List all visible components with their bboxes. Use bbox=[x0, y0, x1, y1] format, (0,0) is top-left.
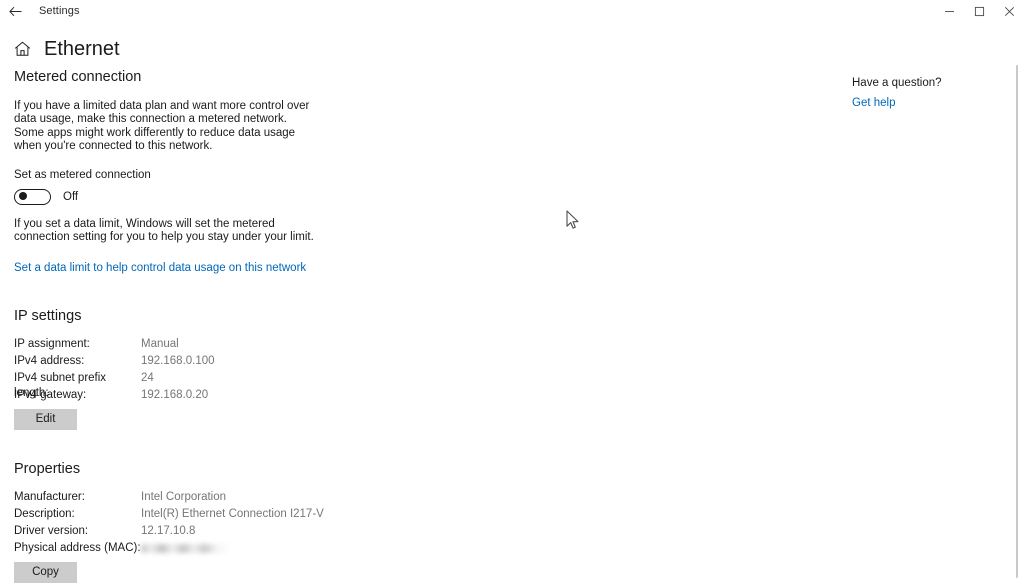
toggle-state-label: Off bbox=[63, 191, 79, 204]
row-key: Description: bbox=[14, 507, 75, 520]
row-key: IPv4 gateway: bbox=[14, 388, 87, 401]
row-key: Physical address (MAC): bbox=[14, 541, 141, 554]
minimize-icon bbox=[944, 6, 955, 17]
page-title: Ethernet bbox=[44, 38, 120, 60]
vertical-scrollbar[interactable] bbox=[1010, 61, 1024, 582]
scrollbar-track[interactable] bbox=[1016, 65, 1018, 578]
table-row: Physical address (MAC): bbox=[14, 541, 314, 558]
minimize-button[interactable] bbox=[934, 0, 964, 23]
table-row: Description: Intel(R) Ethernet Connectio… bbox=[14, 507, 324, 524]
window-controls bbox=[934, 0, 1024, 23]
app-title: Settings bbox=[39, 5, 80, 17]
maximize-button[interactable] bbox=[964, 0, 994, 23]
ip-settings-heading: IP settings bbox=[14, 307, 82, 324]
row-value: Intel(R) Ethernet Connection I217-V bbox=[141, 507, 324, 520]
get-help-link[interactable]: Get help bbox=[852, 96, 895, 110]
help-question: Have a question? bbox=[852, 77, 942, 89]
row-value: Intel Corporation bbox=[141, 490, 227, 503]
properties-section: Properties Manufacturer: Intel Corporati… bbox=[14, 460, 324, 583]
metered-toggle-label: Set as metered connection bbox=[14, 169, 151, 182]
set-as-metered-toggle[interactable] bbox=[14, 189, 51, 206]
row-key: IP assignment: bbox=[14, 337, 90, 350]
back-arrow-icon bbox=[8, 6, 22, 17]
close-icon bbox=[1004, 6, 1015, 17]
table-row: Driver version: 12.17.10.8 bbox=[14, 524, 314, 541]
table-row: IP assignment: Manual bbox=[14, 337, 314, 354]
toggle-knob bbox=[18, 192, 27, 201]
ip-settings-list: IP assignment: Manual IPv4 address: 192.… bbox=[14, 337, 314, 405]
mouse-cursor bbox=[566, 210, 580, 231]
metered-connection-heading: Metered connection bbox=[14, 69, 142, 85]
close-button[interactable] bbox=[994, 0, 1024, 23]
home-icon[interactable] bbox=[14, 41, 31, 58]
copy-button[interactable]: Copy bbox=[14, 561, 77, 583]
maximize-icon bbox=[974, 6, 985, 17]
row-value: 192.168.0.20 bbox=[141, 388, 209, 401]
mac-address-redacted bbox=[141, 543, 229, 553]
page-header: Ethernet bbox=[0, 34, 1024, 64]
metered-toggle-row: Off bbox=[14, 189, 314, 206]
help-column: Have a question? Get help bbox=[852, 76, 1002, 111]
main-column: Metered connection If you have a limited… bbox=[14, 68, 324, 583]
set-data-limit-link[interactable]: Set a data limit to help control data us… bbox=[14, 261, 306, 275]
row-key: Manufacturer: bbox=[14, 490, 85, 503]
back-button[interactable] bbox=[0, 0, 30, 23]
table-row: IPv4 address: 192.168.0.100 bbox=[14, 354, 314, 371]
metered-connection-section: Metered connection If you have a limited… bbox=[14, 68, 314, 276]
ip-settings-section: IP settings IP assignment: Manual IPv4 a… bbox=[14, 307, 314, 430]
table-row: IPv4 gateway: 192.168.0.20 bbox=[14, 388, 314, 405]
table-row: Manufacturer: Intel Corporation bbox=[14, 490, 314, 507]
row-value: 192.168.0.100 bbox=[141, 354, 215, 367]
row-value: 24 bbox=[141, 371, 154, 384]
table-row: IPv4 subnet prefix length: 24 bbox=[14, 371, 314, 399]
row-key: Driver version: bbox=[14, 524, 89, 537]
title-bar: Settings bbox=[0, 0, 1024, 23]
row-value: 12.17.10.8 bbox=[141, 524, 196, 537]
row-value: Manual bbox=[141, 337, 179, 350]
properties-heading: Properties bbox=[14, 460, 81, 477]
data-limit-description: If you set a data limit, Windows will se… bbox=[14, 218, 314, 244]
properties-list: Manufacturer: Intel Corporation Descript… bbox=[14, 490, 324, 558]
edit-button[interactable]: Edit bbox=[14, 408, 77, 430]
metered-connection-description: If you have a limited data plan and want… bbox=[14, 100, 310, 152]
row-key: IPv4 address: bbox=[14, 354, 85, 367]
